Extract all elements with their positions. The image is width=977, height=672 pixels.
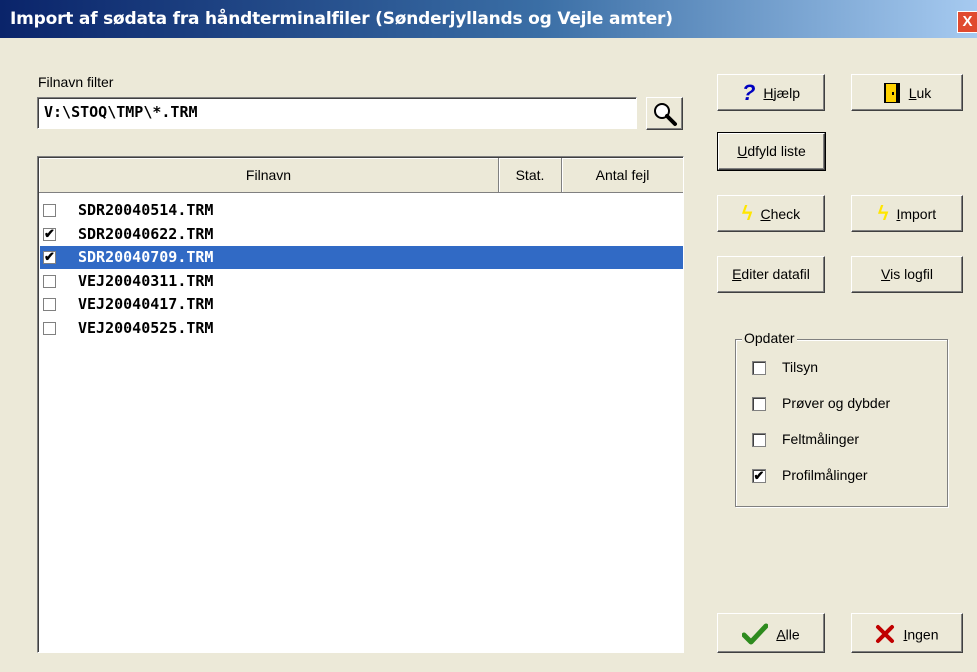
filter-label: Filnavn filter <box>38 74 114 90</box>
window-title: Import af sødata fra håndterminalfiler (… <box>10 9 673 29</box>
row-checkbox[interactable] <box>43 321 56 335</box>
red-x-icon <box>876 625 895 644</box>
filename-filter-input[interactable]: V:\STOQ\TMP\*.TRM <box>37 97 637 129</box>
list-item[interactable]: VEJ20040311.TRM <box>40 270 683 293</box>
column-header-filename[interactable]: Filnavn <box>39 158 499 193</box>
option-checkbox[interactable] <box>752 397 766 411</box>
search-button[interactable] <box>646 97 683 130</box>
door-exit-icon <box>883 83 900 104</box>
select-all-button[interactable]: Alle <box>717 613 825 653</box>
row-checkbox[interactable] <box>43 274 56 288</box>
row-checkbox[interactable] <box>43 298 56 311</box>
list-header: Filnavn Stat. Antal fejl <box>39 158 683 193</box>
column-header-status[interactable]: Stat. <box>499 158 562 193</box>
file-list[interactable]: Filnavn Stat. Antal fejl SDR20040514.TRM… <box>37 156 684 653</box>
help-button[interactable]: ? Hjælp <box>717 74 825 111</box>
view-logfile-button[interactable]: Vis logfil <box>851 256 963 293</box>
update-group: Opdater Tilsyn Prøver og dybder Feltmåling… <box>735 330 948 507</box>
option-checkbox[interactable] <box>752 433 766 447</box>
row-checkbox[interactable]: ✔ <box>43 227 56 241</box>
check-button[interactable]: ϟ Check <box>717 195 825 232</box>
list-item[interactable]: ✔ SDR20040709.TRM <box>40 246 683 269</box>
filename-cell: SDR20040622.TRM <box>78 224 214 243</box>
option-checkbox[interactable] <box>752 361 766 375</box>
green-check-icon <box>742 623 769 645</box>
fill-list-button[interactable]: Udfyld liste <box>717 132 826 171</box>
list-item[interactable]: VEJ20040417.TRM <box>40 293 683 316</box>
list-item[interactable]: SDR20040514.TRM <box>40 199 683 222</box>
close-button[interactable]: Luk <box>851 74 963 111</box>
lightning-icon: ϟ <box>741 203 753 226</box>
option-label: Feltmålinger <box>782 431 860 447</box>
list-item[interactable]: ✔ SDR20040622.TRM <box>40 223 683 246</box>
filename-cell: VEJ20040525.TRM <box>78 318 214 337</box>
option-label: Tilsyn <box>782 359 819 375</box>
close-window-button[interactable]: X <box>957 11 977 33</box>
update-group-label: Opdater <box>742 330 797 346</box>
magnifier-icon <box>654 103 677 126</box>
import-dialog: Import af sødata fra håndterminalfiler (… <box>0 0 977 672</box>
row-checkbox[interactable]: ✔ <box>43 250 56 264</box>
import-button[interactable]: ϟ Import <box>851 195 963 232</box>
edit-datafile-button[interactable]: Editer datafil <box>717 256 825 293</box>
option-checkbox[interactable]: ✔ <box>752 469 766 483</box>
list-item[interactable]: VEJ20040525.TRM <box>40 317 683 340</box>
filename-cell: VEJ20040417.TRM <box>78 295 214 313</box>
filename-cell: SDR20040709.TRM <box>78 248 214 266</box>
question-icon: ? <box>741 80 756 106</box>
column-header-errors[interactable]: Antal fejl <box>562 158 683 193</box>
filename-cell: VEJ20040311.TRM <box>78 271 214 290</box>
select-none-button[interactable]: Ingen <box>851 613 963 653</box>
filename-cell: SDR20040514.TRM <box>78 201 214 219</box>
title-bar[interactable]: Import af sødata fra håndterminalfiler (… <box>0 0 977 38</box>
lightning-icon: ϟ <box>877 203 889 226</box>
option-label: Profilmålinger <box>782 467 868 483</box>
row-checkbox[interactable] <box>43 204 56 217</box>
option-label: Prøver og dybder <box>782 395 891 411</box>
